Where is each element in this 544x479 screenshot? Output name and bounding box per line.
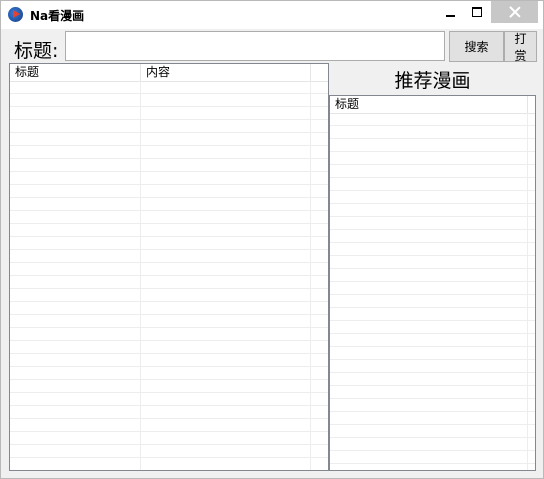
recommend-list[interactable]: 标题: [329, 95, 536, 471]
recommend-list-header: 标题: [330, 96, 535, 114]
column-header-title[interactable]: 标题: [10, 64, 141, 81]
close-button[interactable]: [491, 1, 538, 23]
minimize-icon: [445, 15, 455, 17]
results-list-rows: [10, 81, 328, 470]
close-icon: [509, 6, 521, 18]
column-header-title[interactable]: 标题: [330, 96, 528, 113]
results-list[interactable]: 标题 内容: [9, 63, 329, 471]
title-label: 标题:: [14, 40, 59, 62]
window-title: Na看漫画: [30, 9, 85, 23]
recommend-list-rows: [330, 113, 535, 470]
maximize-button[interactable]: [463, 1, 491, 23]
maximize-icon: [472, 7, 482, 17]
title-search-input[interactable]: [65, 31, 445, 61]
recommend-heading: 推荐漫画: [394, 69, 471, 92]
column-divider: [527, 113, 528, 470]
column-header-content[interactable]: 内容: [141, 64, 311, 81]
title-bar[interactable]: Na看漫画: [1, 1, 543, 29]
donate-button[interactable]: 打赏: [504, 31, 537, 63]
app-window: Na看漫画 标题: 搜索 打赏 标题 内容 推荐漫画 标题: [0, 0, 544, 479]
app-logo-icon: [8, 7, 23, 22]
search-button[interactable]: 搜索: [449, 31, 504, 62]
column-divider: [140, 81, 141, 470]
results-list-header: 标题 内容: [10, 64, 328, 82]
column-divider: [310, 81, 311, 470]
minimize-button[interactable]: [436, 1, 464, 23]
